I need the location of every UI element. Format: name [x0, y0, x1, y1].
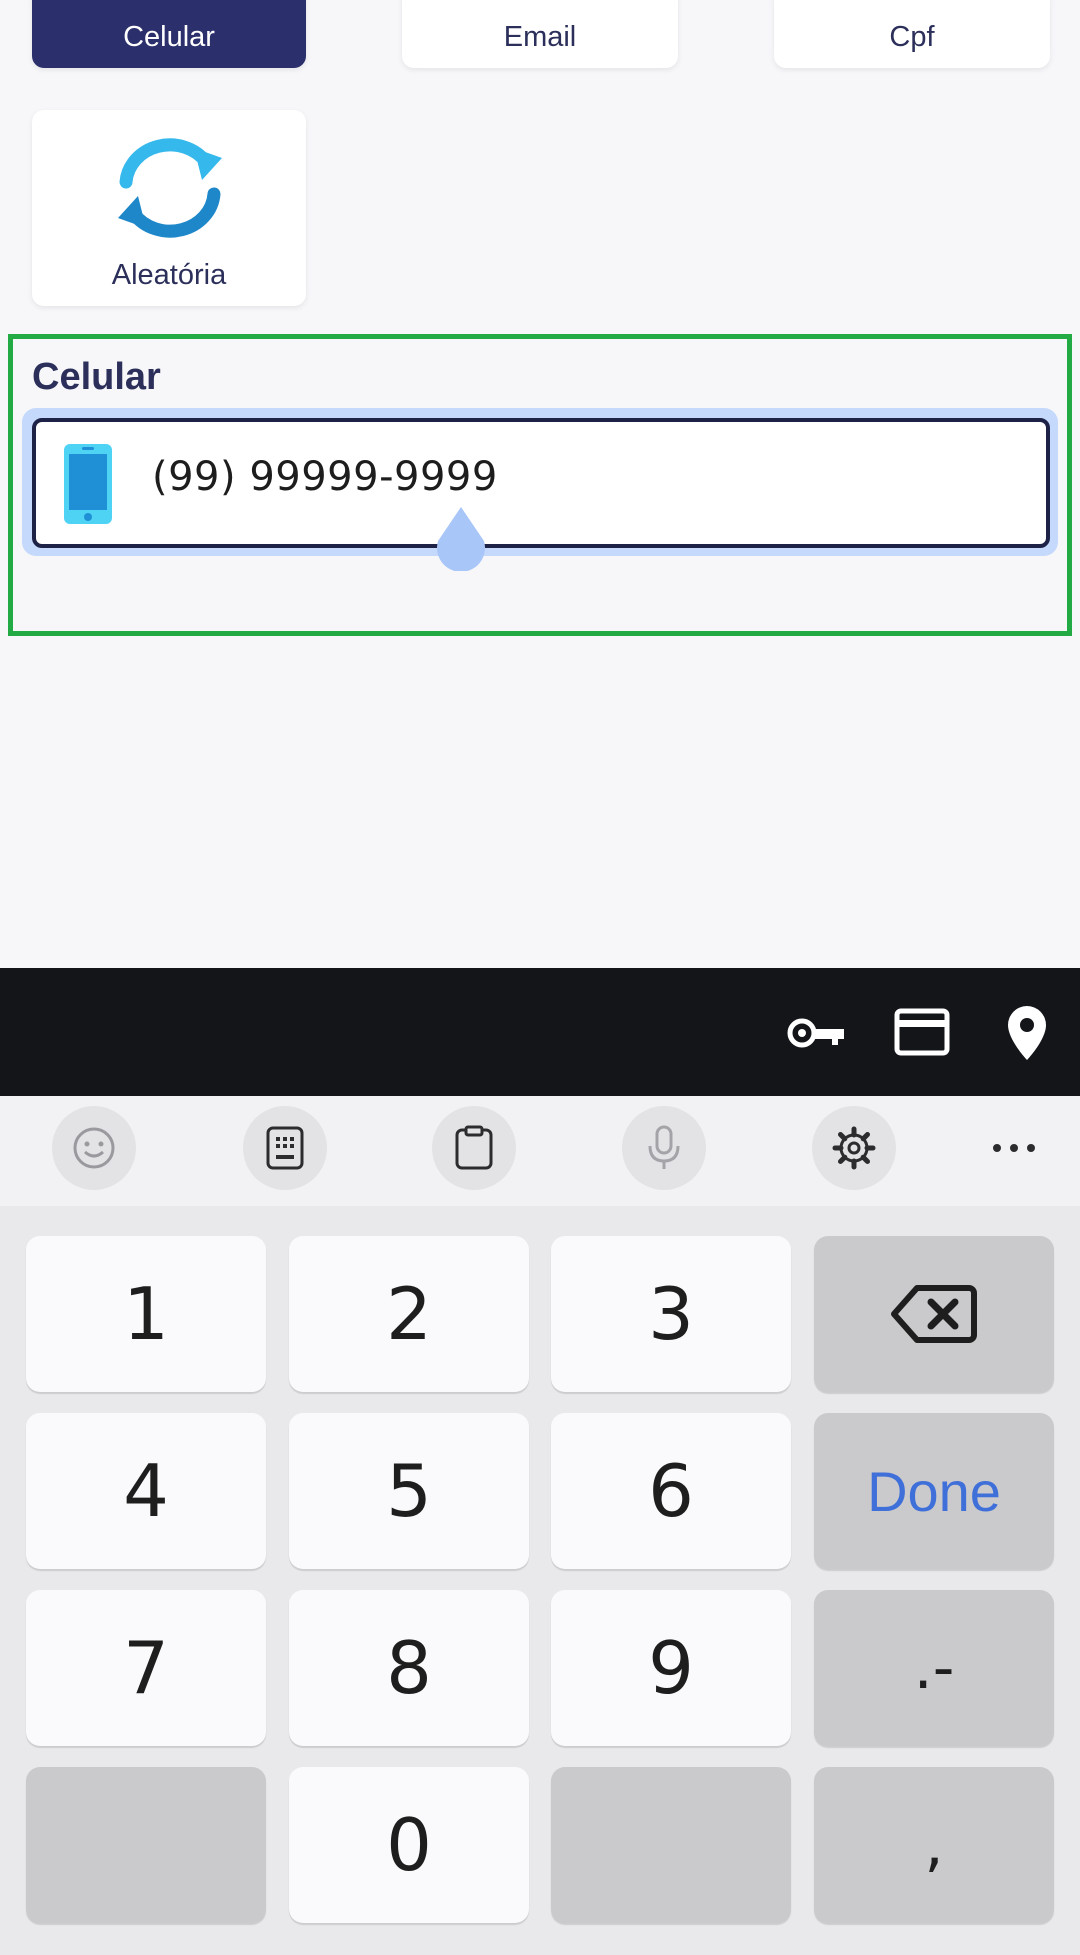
phone-input-value[interactable]: (99) 99999-9999 [152, 454, 498, 500]
microphone-icon [648, 1125, 680, 1169]
empty-key-left [26, 1767, 266, 1923]
emoji-icon [73, 1127, 115, 1169]
backspace-icon [891, 1285, 977, 1343]
comma-key[interactable]: , [814, 1767, 1054, 1923]
clipboard-icon [455, 1125, 493, 1170]
key-type-cpf[interactable]: Cpf [774, 0, 1050, 68]
dot-dash-key[interactable]: .- [814, 1590, 1054, 1746]
credit-card-icon[interactable] [894, 1008, 950, 1056]
key-type-label: Celular [123, 21, 215, 53]
settings-icon [832, 1126, 876, 1170]
location-pin-icon[interactable] [1006, 1004, 1048, 1062]
more-icon [993, 1144, 1035, 1152]
done-key[interactable]: Done [814, 1413, 1054, 1569]
text-cursor-handle[interactable] [434, 505, 488, 571]
key-8[interactable]: 8 [289, 1590, 529, 1746]
key-3[interactable]: 3 [551, 1236, 791, 1392]
key-type-label: Cpf [889, 21, 935, 53]
key-7[interactable]: 7 [26, 1590, 266, 1746]
more-button[interactable] [984, 1126, 1044, 1170]
key-type-celular[interactable]: Celular [32, 0, 306, 68]
key-icon[interactable] [786, 1012, 848, 1054]
key-type-email[interactable]: Email [402, 0, 678, 68]
refresh-icon [118, 138, 222, 238]
empty-key-right [551, 1767, 791, 1923]
key-2[interactable]: 2 [289, 1236, 529, 1392]
keypad-button[interactable] [243, 1106, 327, 1190]
key-5[interactable]: 5 [289, 1413, 529, 1569]
keypad-icon [266, 1126, 304, 1170]
key-9[interactable]: 9 [551, 1590, 791, 1746]
key-type-label: Aleatória [111, 259, 227, 291]
backspace-key[interactable] [814, 1236, 1054, 1392]
key-type-label: Email [503, 21, 577, 53]
emoji-button[interactable] [52, 1106, 136, 1190]
key-6[interactable]: 6 [551, 1413, 791, 1569]
key-4[interactable]: 4 [26, 1413, 266, 1569]
clipboard-button[interactable] [432, 1106, 516, 1190]
settings-button[interactable] [812, 1106, 896, 1190]
field-label: Celular [32, 356, 161, 398]
key-0[interactable]: 0 [289, 1767, 529, 1923]
smartphone-icon [64, 444, 112, 524]
keyboard-toolbar [0, 1096, 1080, 1206]
key-type-aleatoria[interactable]: Aleatória [32, 110, 306, 306]
key-1[interactable]: 1 [26, 1236, 266, 1392]
voice-input-button[interactable] [622, 1106, 706, 1190]
